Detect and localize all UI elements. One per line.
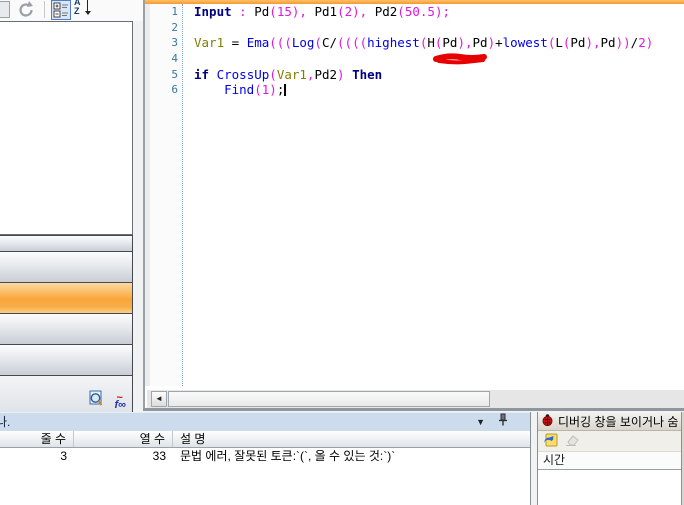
error-table-row[interactable]: 3 33 문법 에러, 잘못된 토큰:`(`, 올 수 있는 것:`)`: [0, 448, 530, 464]
code-lines[interactable]: Input : Pd(15), Pd1(2), Pd2(50.5);Var1 =…: [183, 4, 684, 386]
clear-eraser-icon[interactable]: [564, 433, 580, 450]
refresh-icon[interactable]: [16, 0, 36, 19]
time-column-header[interactable]: 시간: [538, 452, 684, 470]
stack-bar-1[interactable]: [0, 251, 133, 282]
gutter-margin: [145, 4, 150, 386]
ide-window: AZ ~ f∞: [0, 0, 684, 505]
horizontal-scrollbar[interactable]: ◄: [147, 390, 684, 408]
code-editor[interactable]: 123456 Input : Pd(15), Pd1(2), Pd2(50.5)…: [143, 0, 684, 411]
debug-panel-title: 디버깅 창을 보이거나 숨: [558, 413, 678, 430]
stack-bar-splitter[interactable]: [0, 235, 133, 251]
pin-icon[interactable]: [498, 413, 508, 431]
error-line-number: 3: [0, 448, 74, 464]
formula-fx-icon[interactable]: ~ f∞: [114, 400, 126, 410]
debug-toolbar: [538, 431, 684, 452]
panel-title-fragment: 나.: [0, 413, 10, 431]
stack-bar-selected[interactable]: [0, 282, 133, 313]
debug-panel-titlebar: 디버깅 창을 보이거나 숨: [538, 412, 684, 431]
left-bar-stack: ~ f∞: [0, 235, 133, 415]
error-panel-header: 나. ▼: [0, 412, 530, 431]
goto-source-icon[interactable]: [542, 432, 558, 450]
clipped-toolbar-icon[interactable]: [0, 1, 10, 18]
error-description: 문법 에러, 잘못된 토큰:`(`, 올 수 있는 것:`)`: [173, 448, 530, 464]
left-toolbar: AZ: [0, 0, 143, 21]
editor-gutter: 123456: [145, 4, 183, 386]
scrollbar-thumb[interactable]: [168, 391, 490, 407]
error-table-header: 줄 수 열 수 설 명: [0, 431, 530, 448]
fx-tilde: ~: [116, 393, 122, 403]
sort-az-icon[interactable]: AZ: [74, 0, 96, 19]
preview-search-icon[interactable]: [88, 390, 104, 410]
error-column-number: 33: [74, 448, 173, 464]
column-header-column[interactable]: 열 수: [74, 431, 173, 447]
bug-icon: [541, 413, 554, 429]
tree-view-icon[interactable]: [51, 0, 71, 20]
chevron-down-icon[interactable]: ▼: [476, 418, 485, 427]
function-tree-panel[interactable]: [0, 21, 133, 235]
stack-footer: ~ f∞: [0, 375, 133, 415]
debug-panel: 디버깅 창을 보이거나 숨 시간: [537, 412, 684, 505]
editor-bottom-border: [143, 408, 684, 411]
stack-bar-4[interactable]: [0, 344, 133, 375]
toolbar-separator: [44, 1, 45, 18]
error-list-panel: 나. ▼ 줄 수 열 수 설 명 3 33 문법 에러, 잘못된 토큰:`(`,…: [0, 412, 531, 505]
column-header-description[interactable]: 설 명: [173, 431, 530, 447]
column-header-line[interactable]: 줄 수: [0, 431, 74, 447]
stack-bar-3[interactable]: [0, 313, 133, 344]
scroll-left-button[interactable]: ◄: [151, 391, 167, 407]
